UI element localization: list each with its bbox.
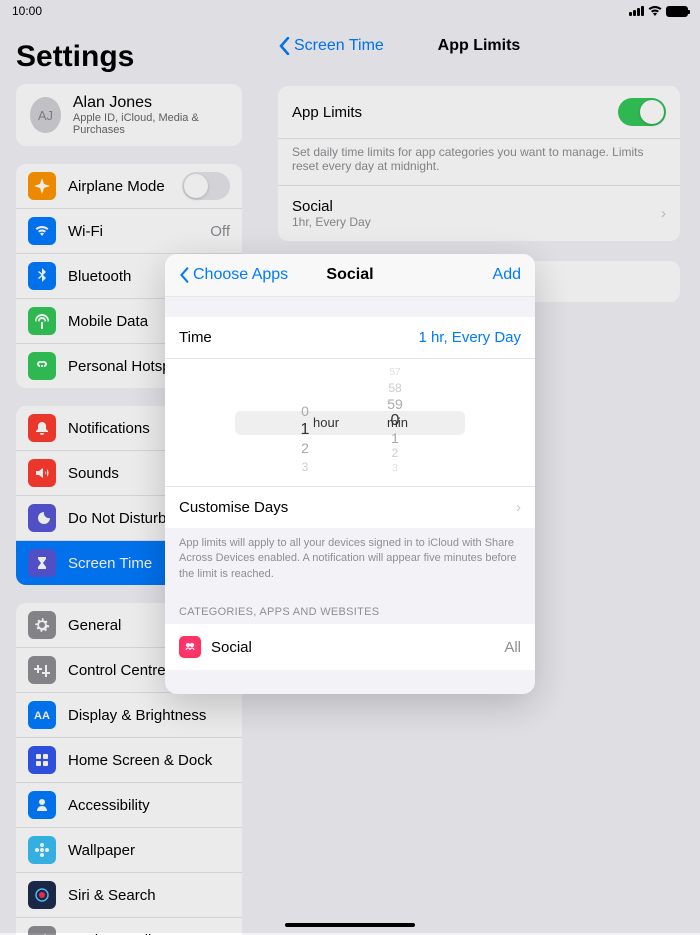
picker-value[interactable]: 2	[392, 446, 399, 461]
time-row[interactable]: Time 1 hr, Every Day	[165, 317, 535, 359]
modal-section-header: Categories, Apps and Websites	[165, 592, 535, 624]
category-label: Social	[211, 639, 252, 656]
chevron-icon: ›	[516, 499, 521, 516]
picker-value[interactable]: 3	[392, 461, 398, 476]
picker-value[interactable]: 3	[302, 458, 309, 477]
time-value: 1 hr, Every Day	[418, 329, 521, 346]
home-indicator[interactable]	[285, 923, 415, 927]
modal-add-button[interactable]: Add	[493, 266, 521, 284]
min-unit: min	[387, 415, 408, 430]
picker-value[interactable]: 0	[301, 402, 309, 421]
hour-unit: hour	[313, 415, 339, 430]
category-row-social[interactable]: Social All	[165, 624, 535, 670]
category-value: All	[504, 639, 521, 656]
modal-backdrop: Choose Apps Social Add Time 1 hr, Every …	[0, 0, 700, 933]
modal-back-button[interactable]: Choose Apps	[179, 266, 288, 284]
picker-value[interactable]: 1	[391, 430, 399, 446]
picker-value[interactable]: 57	[389, 365, 400, 380]
modal-footer-text: App limits will apply to all your device…	[165, 528, 535, 592]
picker-value[interactable]: 1	[301, 421, 310, 440]
modal: Choose Apps Social Add Time 1 hr, Every …	[165, 254, 535, 694]
modal-title: Social	[326, 266, 373, 284]
customise-days-row[interactable]: Customise Days ›	[165, 487, 535, 528]
time-picker[interactable]: 0123 5758590123 hour min	[165, 359, 535, 487]
social-category-icon	[179, 636, 201, 658]
picker-value[interactable]: 58	[388, 380, 401, 395]
picker-value[interactable]: 59	[387, 396, 403, 412]
picker-value[interactable]: 2	[301, 439, 309, 458]
